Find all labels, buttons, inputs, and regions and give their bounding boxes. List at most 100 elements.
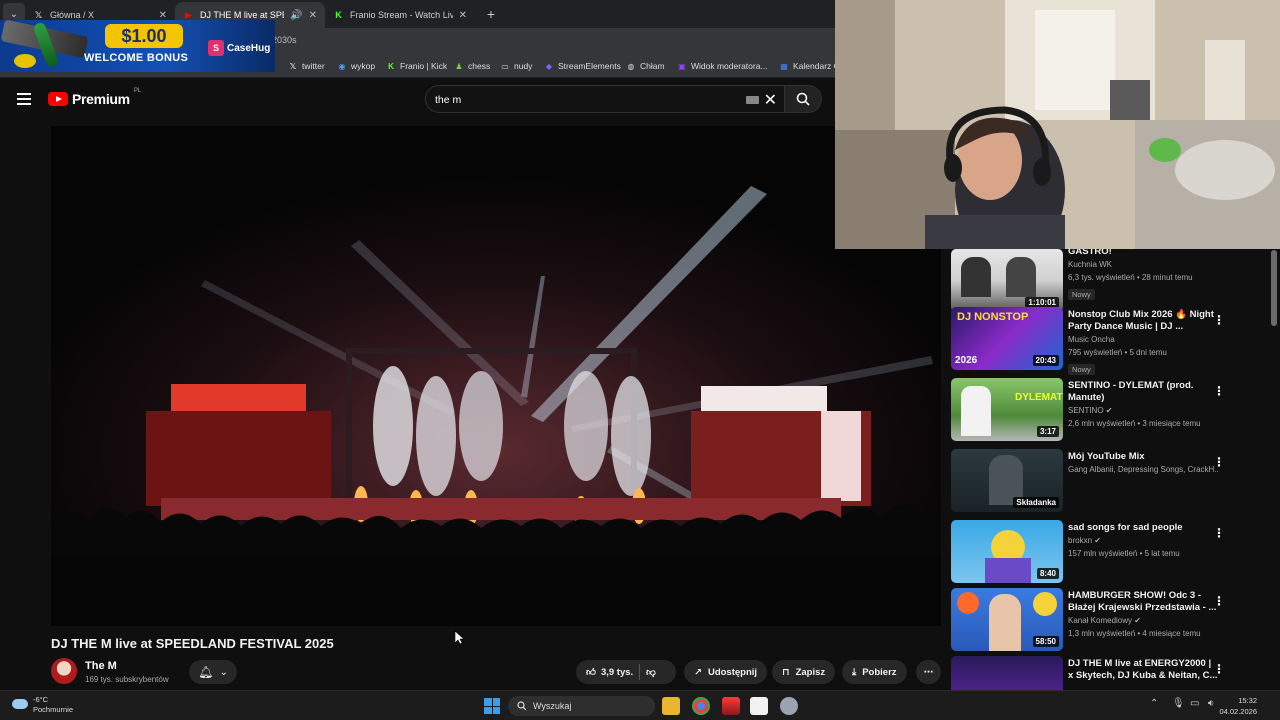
bookmark-streamelements[interactable]: ◆ StreamElements: [544, 61, 621, 71]
save-button[interactable]: ⊓ Zapisz: [772, 660, 836, 684]
like-dislike-group: 👍︎ 3,9 tys. 👎︎: [576, 660, 676, 684]
list-item[interactable]: 1:10:01 GASTRO! Kuchnia WK 6,3 tys. wyśw…: [951, 249, 1251, 313]
more-vertical-icon[interactable]: ⋮: [1213, 384, 1225, 398]
clock-time: 15:32: [1238, 696, 1257, 705]
more-vertical-icon[interactable]: ⋮: [1213, 526, 1225, 540]
chevron-up-icon[interactable]: ⌃: [1150, 698, 1158, 709]
ad-banner[interactable]: $1.00 WELCOME BONUS S CaseHug: [0, 20, 275, 72]
video-meta: 2,6 mln wyświetleń • 3 miesiące temu: [1068, 419, 1201, 428]
list-item[interactable]: DJ NONSTOP 2026 20:43 Nonstop Club Mix 2…: [951, 307, 1251, 375]
more-actions-button[interactable]: ⋯: [916, 660, 941, 684]
more-vertical-icon[interactable]: ⋮: [1213, 455, 1225, 469]
menu-icon[interactable]: [17, 93, 31, 105]
video-title: GASTRO!: [1068, 249, 1112, 257]
video-thumbnail[interactable]: 1:10:01: [951, 249, 1063, 312]
close-icon[interactable]: ✕: [159, 10, 167, 21]
channel-name[interactable]: Music Oncha: [1068, 333, 1218, 346]
chrome-icon[interactable]: [692, 697, 710, 715]
list-item[interactable]: Składanka Mój YouTube Mix Gang Albanii, …: [951, 449, 1251, 513]
bookmark-chlam[interactable]: ◍ Chłam: [626, 61, 665, 71]
new-badge: Nowy: [1068, 289, 1095, 300]
bookmark-label: wykop: [351, 61, 376, 71]
download-button[interactable]: ⤓ Pobierz: [842, 660, 907, 684]
bookmark-chess[interactable]: ♟ chess: [454, 61, 490, 71]
bookmark-twitter[interactable]: 𝕏twitter: [288, 61, 325, 71]
bookmark-nudy[interactable]: ▭ nudy: [500, 61, 532, 71]
microphone-icon[interactable]: 🎙︎: [1172, 698, 1185, 709]
video-title: DJ THE M live at SPEEDLAND FESTIVAL 2025: [51, 636, 334, 651]
verified-icon: ✔: [1134, 616, 1141, 625]
video-player[interactable]: [51, 126, 941, 626]
tab-title: DJ THE M live at SPEEDLAND: [200, 10, 284, 20]
list-item[interactable]: DYLEMAT 3:17 SENTINO - DYLEMAT (prod. Ma…: [951, 378, 1251, 442]
list-item[interactable]: DJ THE M live at ENERGY2000 | x Skytech,…: [951, 656, 1251, 690]
video-title: DJ THE M live at ENERGY2000 | x Skytech,…: [1068, 658, 1218, 681]
address-bar-text[interactable]: 2030s: [272, 35, 297, 45]
tab-title: Franio Stream - Watch Live on Kick: [350, 10, 453, 20]
new-tab-button[interactable]: +: [481, 6, 501, 22]
taskbar-search[interactable]: Wyszukaj: [508, 696, 655, 716]
search-input[interactable]: the m ✕: [425, 85, 785, 113]
weather-widget[interactable]: -6°C Pochmurnie: [33, 695, 73, 715]
bell-icon: 🔔︎: [198, 665, 214, 679]
close-icon[interactable]: ✕: [309, 10, 317, 21]
like-button[interactable]: 👍︎ 3,9 tys.: [586, 666, 633, 679]
youtube-logo[interactable]: Premium PL: [48, 88, 141, 107]
bookmark-label: twitter: [302, 61, 325, 71]
video-thumbnail[interactable]: DJ NONSTOP 2026 20:43: [951, 307, 1063, 370]
tab-kick[interactable]: K Franio Stream - Watch Live on Kick ✕: [325, 2, 475, 28]
bookmark-kick[interactable]: K Franio | Kick: [386, 61, 447, 71]
x-logo-icon: 𝕏: [34, 9, 43, 20]
search-button[interactable]: [784, 85, 822, 113]
close-icon[interactable]: ✕: [459, 10, 467, 21]
video-thumbnail[interactable]: [951, 656, 1063, 690]
clock-date: 04.02.2026: [1219, 707, 1257, 716]
channel-name[interactable]: SENTINO: [1068, 406, 1104, 415]
bookmark-wykop[interactable]: ◉ wykop: [337, 61, 376, 71]
file-explorer-icon[interactable]: [662, 697, 680, 715]
more-vertical-icon[interactable]: ⋮: [1213, 313, 1225, 327]
list-item[interactable]: 58:50 HAMBURGER SHOW! Odc 3 - Błażej Kra…: [951, 588, 1251, 652]
bookmark-calendar[interactable]: ▦ Kalendarz G: [779, 61, 840, 71]
system-clock[interactable]: 15:32 04.02.2026: [1219, 695, 1257, 717]
new-badge: Nowy: [1068, 364, 1095, 375]
channel-name[interactable]: Kuchnia WK: [1068, 258, 1218, 271]
bookmark-moderator-view[interactable]: ▣ Widok moderatora...: [677, 61, 767, 71]
casehug-logo-icon: S: [208, 40, 224, 56]
recommendations-sidebar: 1:10:01 GASTRO! Kuchnia WK 6,3 tys. wyśw…: [947, 249, 1280, 690]
display-icon[interactable]: ▭: [1190, 698, 1199, 709]
divider: [639, 664, 641, 680]
share-button[interactable]: ↗ Udostępnij: [684, 660, 768, 684]
cloud-icon[interactable]: [12, 699, 28, 709]
video-thumbnail[interactable]: DYLEMAT 3:17: [951, 378, 1063, 441]
logo-text: Premium: [72, 91, 130, 107]
app-icon[interactable]: [722, 697, 740, 715]
pawn-icon: ♟: [455, 61, 463, 71]
more-vertical-icon[interactable]: ⋮: [1213, 662, 1225, 676]
video-thumbnail[interactable]: 58:50: [951, 588, 1063, 651]
chevron-down-icon: ⌄: [219, 666, 228, 678]
more-vertical-icon[interactable]: ⋮: [1213, 594, 1225, 608]
webcam-overlay: [835, 0, 1280, 249]
channel-name[interactable]: The M: [85, 660, 117, 672]
sidebar-scrollbar[interactable]: [1271, 250, 1277, 326]
screen: ⌄ 𝕏 Główna / X ✕ ▶ DJ THE M live at SPEE…: [0, 0, 1280, 720]
app-icon-2[interactable]: [750, 697, 768, 715]
keyboard-icon[interactable]: [746, 96, 759, 104]
volume-icon[interactable]: 🔉︎: [1208, 698, 1214, 709]
speaker-icon[interactable]: 🔊: [290, 10, 302, 21]
wykop-icon: ◉: [338, 61, 346, 71]
channel-name[interactable]: Kanał Komediowy: [1068, 616, 1132, 625]
video-thumbnail[interactable]: 8:40: [951, 520, 1063, 583]
windows-start-icon[interactable]: [484, 698, 500, 714]
settings-icon[interactable]: [780, 697, 798, 715]
close-icon[interactable]: ✕: [764, 90, 777, 110]
subscription-bell-button[interactable]: 🔔︎ ⌄: [189, 660, 237, 684]
avatar[interactable]: [51, 658, 77, 684]
video-thumbnail[interactable]: Składanka: [951, 449, 1063, 512]
calendar-icon: ▦: [780, 61, 788, 71]
x-logo-icon: 𝕏: [289, 61, 297, 71]
channel-name[interactable]: brokxn: [1068, 536, 1092, 545]
thumbs-down-icon[interactable]: 👎︎: [646, 666, 656, 678]
list-item[interactable]: 8:40 sad songs for sad people brokxn ✔ 1…: [951, 520, 1251, 584]
